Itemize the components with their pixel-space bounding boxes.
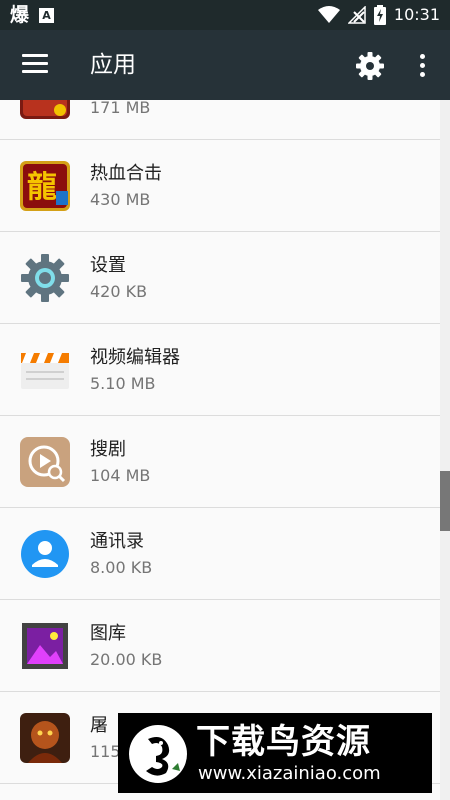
svg-text:龍: 龍 (27, 170, 57, 205)
app-size: 115 (90, 742, 121, 761)
play-search-icon (20, 437, 70, 487)
app-list: 171 MB 龍 热血合击 430 MB 设置 420 KB 视频编辑器 5.1… (0, 100, 440, 800)
scrollbar-thumb[interactable] (440, 471, 450, 531)
list-item[interactable]: 图库 20.00 KB (0, 600, 440, 692)
battery-charging-icon (373, 5, 386, 25)
app-name: 设置 (90, 255, 126, 276)
app-name: 屠 (90, 715, 108, 736)
page-title: 应用 (90, 52, 136, 78)
status-bar: 爆 A 10:31 (0, 0, 450, 30)
list-item[interactable]: 通讯录 8.00 KB (0, 508, 440, 600)
app-size: 8.00 KB (90, 558, 153, 577)
hamburger-menu-icon[interactable] (22, 54, 48, 76)
app-size: 104 MB (90, 466, 151, 485)
no-signal-icon (347, 6, 366, 24)
warrior-game-icon (20, 713, 70, 763)
settings-gear-icon (21, 254, 69, 302)
app-size: 20.00 KB (90, 650, 163, 669)
status-notification-badge: A (39, 7, 55, 23)
app-size: 420 KB (90, 282, 148, 301)
bird-logo-icon (129, 725, 187, 783)
clapperboard-icon (21, 353, 69, 389)
game-dragon-icon (20, 100, 70, 119)
wifi-icon (317, 6, 340, 23)
app-size: 171 MB (90, 100, 151, 117)
rexue-heji-icon: 龍 (20, 161, 70, 211)
app-name: 图库 (90, 623, 126, 644)
status-app-glyph: 爆 (10, 4, 30, 26)
more-vert-icon[interactable] (412, 52, 432, 80)
app-size: 430 MB (90, 190, 151, 209)
gallery-icon (22, 623, 68, 669)
list-item[interactable]: 龍 热血合击 430 MB (0, 140, 440, 232)
app-name: 视频编辑器 (90, 347, 180, 368)
watermark-url: www.xiazainiao.com (198, 763, 381, 784)
list-item[interactable]: 视频编辑器 5.10 MB (0, 324, 440, 416)
app-name: 热血合击 (90, 163, 162, 184)
scrollbar-track[interactable] (440, 100, 450, 800)
app-name: 搜剧 (90, 439, 126, 460)
list-item[interactable]: 搜剧 104 MB (0, 416, 440, 508)
list-item[interactable]: 设置 420 KB (0, 232, 440, 324)
app-name: 通讯录 (90, 531, 144, 552)
watermark-title: 下载鸟资源 (196, 722, 371, 762)
watermark-banner: 下载鸟资源 www.xiazainiao.com (118, 713, 432, 793)
contacts-icon (21, 530, 69, 578)
gear-icon[interactable] (356, 52, 384, 80)
app-bar: 应用 (0, 30, 450, 100)
status-time: 10:31 (393, 5, 440, 24)
list-item[interactable]: 171 MB (0, 100, 440, 140)
app-size: 5.10 MB (90, 374, 156, 393)
